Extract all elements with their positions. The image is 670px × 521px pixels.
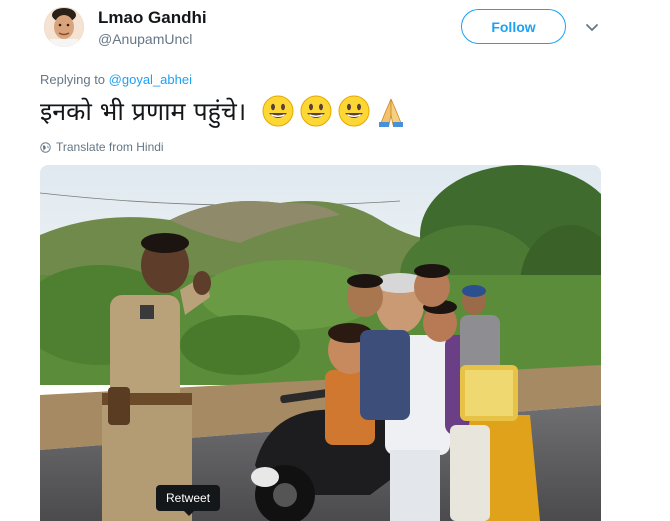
replying-to: Replying to @goyal_abhei bbox=[40, 72, 192, 87]
replying-prefix: Replying to bbox=[40, 72, 106, 87]
translate-label: Translate from Hindi bbox=[56, 140, 164, 154]
author-avatar[interactable] bbox=[44, 7, 84, 47]
tweet-emojis bbox=[262, 95, 406, 127]
retweet-tooltip: Retweet bbox=[156, 485, 221, 516]
chevron-down-icon[interactable] bbox=[584, 19, 600, 35]
author-display-name[interactable]: Lmao Gandhi bbox=[98, 8, 207, 28]
grinning-face-icon bbox=[300, 95, 332, 127]
tweet-text: इनको भी प्रणाम पहुंचे। bbox=[40, 94, 406, 128]
tweet-body: इनको भी प्रणाम पहुंचे। bbox=[40, 97, 247, 126]
reply-mention-link[interactable]: @goyal_abhei bbox=[109, 72, 192, 87]
tweet-photo[interactable] bbox=[40, 165, 601, 521]
grinning-face-icon bbox=[338, 95, 370, 127]
roadside-photo bbox=[40, 165, 601, 521]
grinning-face-icon bbox=[262, 95, 294, 127]
globe-icon bbox=[40, 141, 51, 153]
author-handle[interactable]: @AnupamUncl bbox=[98, 31, 192, 47]
folded-hands-icon bbox=[379, 98, 404, 127]
follow-button[interactable]: Follow bbox=[461, 9, 566, 44]
translate-link[interactable]: Translate from Hindi bbox=[40, 140, 164, 154]
